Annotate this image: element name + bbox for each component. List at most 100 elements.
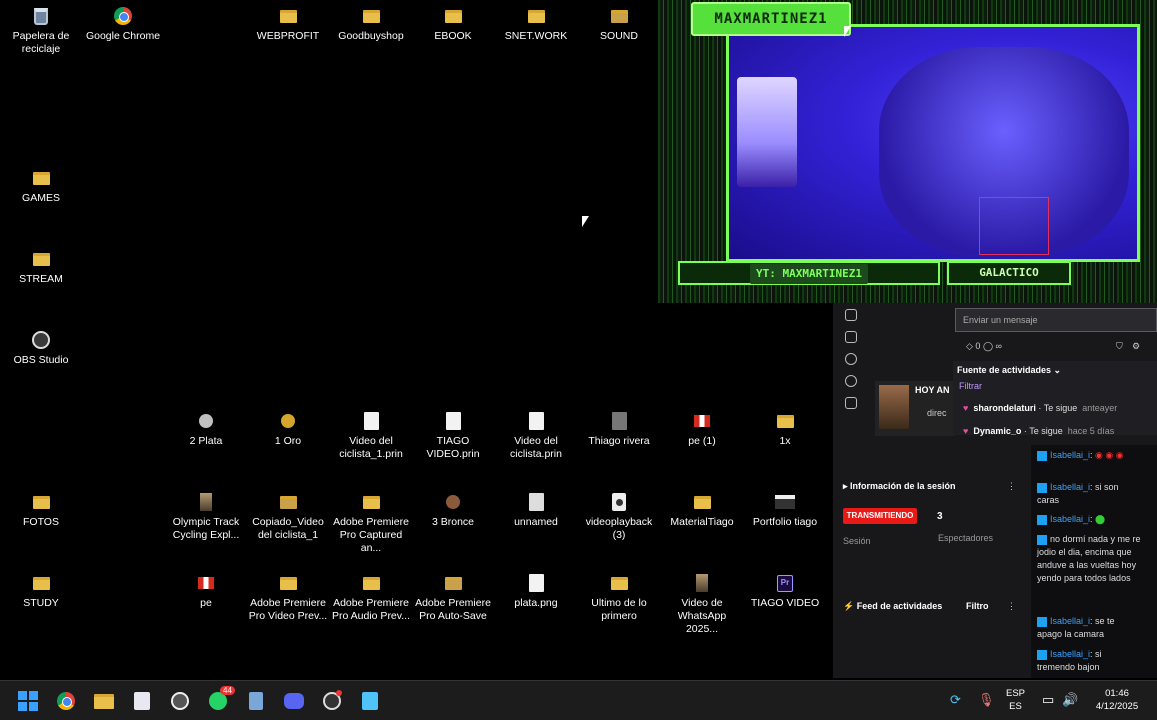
gear-icon[interactable]: ⚙ xyxy=(1132,341,1140,352)
desktop-icon-tiago-video-prin[interactable]: TIAGO VIDEO.prin xyxy=(412,411,494,461)
desktop-icon-pe-1[interactable]: pe (1) xyxy=(661,411,743,448)
desktop-icon-premiere-captured[interactable]: Adobe Premiere Pro Captured an... xyxy=(330,492,412,555)
desktop-icon-study[interactable]: STUDY xyxy=(0,573,82,610)
desktop-icon-sound[interactable]: SOUND xyxy=(578,6,660,43)
folder-icon xyxy=(279,576,297,590)
folder-icon xyxy=(776,414,794,428)
desktop-icon-games[interactable]: GAMES xyxy=(0,168,82,205)
heart-icon: ♥ xyxy=(963,403,969,413)
desktop-icon-obs[interactable]: OBS Studio xyxy=(0,330,82,367)
emote-icon: ⬤ xyxy=(1095,514,1106,524)
badge-icon xyxy=(1037,450,1047,461)
red-frame xyxy=(979,197,1049,255)
desktop-icon-thiago-rivera[interactable]: Thiago rivera xyxy=(578,411,660,448)
chat-message: Isabellai_i: ◉ ◉ ◉ xyxy=(1037,449,1141,462)
desktop-icon-video-whatsapp[interactable]: Video de WhatsApp 2025... xyxy=(661,573,743,636)
desktop-icon-1-oro[interactable]: 1 Oro xyxy=(247,411,329,448)
filter-link[interactable]: Filtrar xyxy=(959,381,982,391)
desktop-icon-video-ciclista-1-prin[interactable]: Video del ciclista_1.prin xyxy=(330,411,412,461)
gold-medal-icon xyxy=(281,414,295,428)
sync-icon[interactable]: ⟳ xyxy=(950,693,961,706)
network-icon[interactable]: ▭ xyxy=(1042,693,1054,706)
volume-icon[interactable]: 🔊 xyxy=(1062,693,1078,706)
video-thumbnail-icon xyxy=(696,574,708,592)
face-icon[interactable] xyxy=(845,375,857,387)
badge-icon xyxy=(1037,616,1047,627)
desktop-icon-webprofit[interactable]: WEBPROFIT xyxy=(247,6,329,43)
lamp xyxy=(737,77,797,187)
mouse-cursor xyxy=(844,26,851,37)
desktop-icon-tiago-video[interactable]: Pr TIAGO VIDEO xyxy=(744,573,826,610)
desktop-icon-recycle-bin[interactable]: Papelera de reciclaje xyxy=(0,6,82,56)
desktop-icon-goodbuyshop[interactable]: Goodbuyshop xyxy=(330,6,412,43)
desktop-icon-2-plata[interactable]: 2 Plata xyxy=(165,411,247,448)
folder-icon xyxy=(610,576,628,590)
chat-message: no dormí nada y me re jodio el dia, enci… xyxy=(1037,534,1141,583)
folder-icon xyxy=(693,495,711,509)
desktop-icon-stream[interactable]: STREAM xyxy=(0,249,82,286)
peru-flag-icon xyxy=(198,577,214,589)
desktop-icon-ultimo-primero[interactable]: Ultimo de lo primero xyxy=(578,573,660,623)
channel-points: ◇ 0 ◯ ∞ xyxy=(966,341,1002,351)
clock-app-icon[interactable] xyxy=(168,689,192,713)
more-icon[interactable]: ⋮ xyxy=(1007,601,1016,612)
session-header: ▸ Información de la sesión xyxy=(843,481,956,491)
desktop-icon-videoplayback[interactable]: videoplayback (3) xyxy=(578,492,660,542)
badge-icon xyxy=(1037,534,1047,545)
shield-icon[interactable]: ⛉ xyxy=(1116,341,1123,352)
desktop-icon-ebook[interactable]: EBOOK xyxy=(412,6,494,43)
desktop-icon-premiere-auto-save[interactable]: Adobe Premiere Pro Auto-Save xyxy=(412,573,494,623)
desktop-icon-premiere-audio-prev[interactable]: Adobe Premiere Pro Audio Prev... xyxy=(330,573,412,623)
feed-item: ♥ sharondelaturi · Te sigue anteayer xyxy=(963,403,1118,413)
webcam-feed xyxy=(726,24,1140,262)
desktop-icon-olympic-track[interactable]: Olympic Track Cycling Expl... xyxy=(165,492,247,542)
desktop-icon-video-ciclista-prin[interactable]: Video del ciclista.prin xyxy=(495,411,577,461)
desktop-icon-portfolio-tiago[interactable]: Portfolio tiago xyxy=(744,492,826,529)
desktop-icon-copiado-video[interactable]: Copiado_Video del ciclista_1 xyxy=(247,492,329,542)
heart-icon: ♥ xyxy=(963,426,969,436)
notepad-icon[interactable] xyxy=(358,689,382,713)
language-indicator[interactable]: ESP ES xyxy=(1006,687,1025,713)
folder-icon xyxy=(279,495,297,509)
chat-message: Isabellai_i: si tremendo bajon xyxy=(1037,649,1102,672)
youtube-handle-bar: YT: MAXMARTINEZ1 xyxy=(678,261,940,285)
user-add-icon[interactable] xyxy=(845,397,857,409)
obs-taskbar-icon[interactable] xyxy=(320,689,344,713)
snipping-tool-icon[interactable] xyxy=(130,689,154,713)
desktop-icon-pe[interactable]: pe xyxy=(165,573,247,610)
emote-icon: ◉ ◉ ◉ xyxy=(1095,450,1124,460)
desktop-icon-3-bronce[interactable]: 3 Bronce xyxy=(412,492,494,529)
whatsapp-icon[interactable]: 44 xyxy=(206,686,235,713)
session-info-panel: ▸ Información de la sesión ⋮ TRANSMITIEN… xyxy=(833,475,1025,678)
desktop-icon-snetwork[interactable]: SNET.WORK xyxy=(495,6,577,43)
microphone-icon[interactable]: 🎙 xyxy=(978,693,995,706)
dock-icon[interactable] xyxy=(845,309,857,321)
desktop-icon-1x[interactable]: 1x xyxy=(744,411,826,448)
clock[interactable]: 01:46 4/12/2025 xyxy=(1090,687,1144,713)
file-explorer-icon[interactable] xyxy=(92,689,116,713)
chat-message-input[interactable]: Enviar un mensaje xyxy=(955,308,1157,332)
desktop-icon-materialtiago[interactable]: MaterialTiago xyxy=(661,492,743,529)
pin-icon[interactable] xyxy=(845,331,857,343)
badge-icon xyxy=(1037,649,1047,660)
settings-icon[interactable] xyxy=(845,353,857,365)
galactico-bar: GALACTICO xyxy=(947,261,1071,285)
windows-start-icon[interactable] xyxy=(16,689,40,713)
document-icon xyxy=(528,412,544,430)
desktop-icon-fotos[interactable]: FOTOS xyxy=(0,492,82,529)
folder-icon xyxy=(32,576,50,590)
folder-icon xyxy=(610,9,628,23)
desktop-icon-plata-png[interactable]: plata.png xyxy=(495,573,577,610)
points-icon: ◇ xyxy=(966,341,976,351)
desktop-icon-chrome[interactable]: Google Chrome xyxy=(82,6,164,43)
more-icon[interactable]: ⋮ xyxy=(1007,481,1016,492)
discord-icon[interactable] xyxy=(282,689,306,713)
activity-feed-header[interactable]: Fuente de actividades ⌄ xyxy=(957,365,1061,376)
peru-flag-icon xyxy=(694,415,710,427)
chrome-taskbar-icon[interactable] xyxy=(54,689,78,713)
desktop-icon-premiere-video-prev[interactable]: Adobe Premiere Pro Video Prev... xyxy=(247,573,329,623)
stream-overlay-preview: MAXMARTINEZ1 YT: MAXMARTINEZ1 GALACTICO xyxy=(658,0,1157,303)
calculator-icon[interactable] xyxy=(244,689,268,713)
filter-button[interactable]: Filtro xyxy=(966,601,989,611)
desktop-icon-unnamed[interactable]: unnamed xyxy=(495,492,577,529)
